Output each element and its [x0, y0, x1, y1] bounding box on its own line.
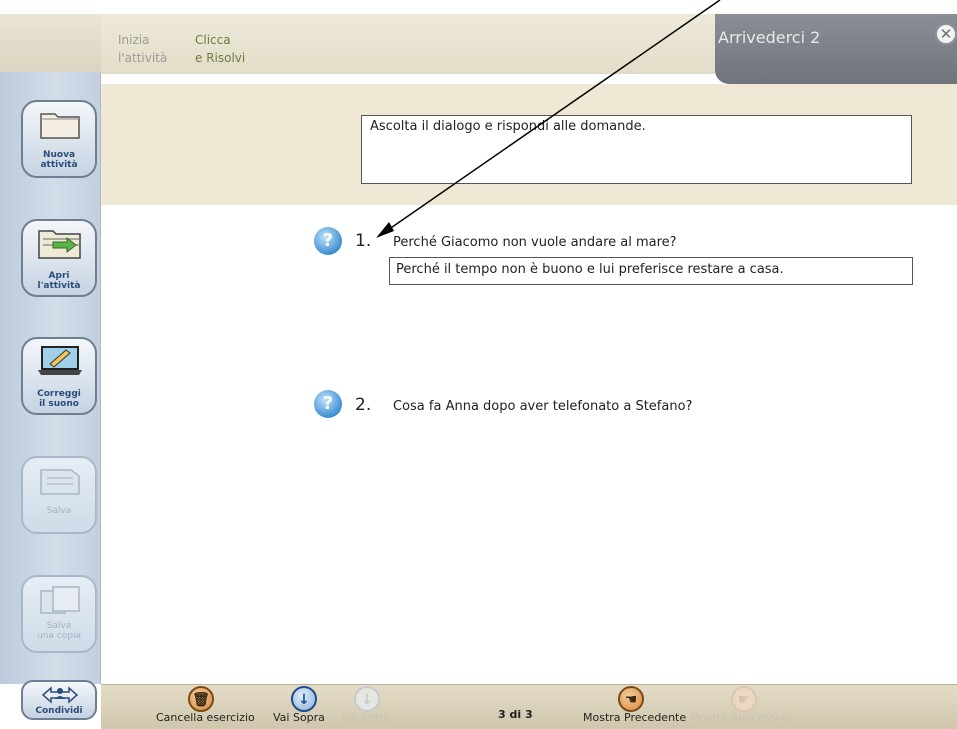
close-icon[interactable]: ✕	[935, 23, 957, 45]
save-button[interactable]: Salva	[21, 456, 97, 534]
question-icon[interactable]: ?	[314, 227, 342, 255]
title-tab	[715, 14, 957, 84]
question-text: Cosa fa Anna dopo aver telefonato a Stef…	[393, 399, 693, 414]
trash-icon[interactable]: 🗑	[188, 686, 214, 712]
sidebar-item-label: Salva	[46, 506, 72, 516]
sidebar-item-label: Apri l'attività	[37, 271, 81, 291]
page-indicator: 3 di 3	[498, 708, 533, 721]
save-copy-icon	[40, 586, 80, 614]
sidebar-item-label: Correggi il suono	[37, 389, 81, 409]
step-start-activity[interactable]: Inizia l'attività	[118, 31, 167, 67]
go-up-button[interactable]: Vai Sopra	[273, 711, 325, 724]
sidebar-item-label: Nuova attività	[40, 150, 78, 170]
show-next-button: Mostra Successivo	[690, 711, 792, 724]
question-icon[interactable]: ?	[314, 390, 342, 418]
fix-sound-button[interactable]: Correggi il suono	[21, 337, 97, 415]
go-down-button: Vai Sotto	[341, 711, 391, 724]
show-previous-button[interactable]: Mostra Precedente	[583, 711, 686, 724]
instruction-box: Ascolta il dialogo e rispondi alle doman…	[361, 115, 912, 184]
save-icon	[40, 469, 80, 495]
question-number: 1.	[355, 231, 372, 251]
laptop-pencil-icon	[38, 346, 82, 375]
top-header-corner	[0, 14, 101, 74]
open-folder-icon	[38, 230, 81, 259]
sidebar-item-label: Salva una copia	[37, 621, 81, 641]
question-text: Perché Giacomo non vuole andare al mare?	[393, 235, 677, 250]
hand-left-icon[interactable]: ☚	[618, 686, 644, 712]
arrow-up-icon[interactable]: ↓	[291, 686, 317, 712]
new-activity-button[interactable]: Nuova attività	[21, 100, 97, 178]
share-icon	[41, 686, 79, 704]
folder-icon	[40, 113, 80, 139]
save-copy-button[interactable]: Salva una copia	[21, 575, 97, 653]
activity-title: Arrivederci 2	[718, 28, 821, 47]
sidebar-item-label: Condividi	[35, 706, 83, 716]
share-button[interactable]: Condividi	[21, 680, 97, 720]
clear-exercise-button[interactable]: Cancella esercizio	[156, 711, 255, 724]
arrow-down-icon: ↓	[354, 686, 380, 712]
answer-field[interactable]: Perché il tempo non è buono e lui prefer…	[389, 257, 913, 285]
step-click-and-solve[interactable]: Clicca e Risolvi	[195, 31, 245, 67]
hand-right-icon: ☛	[731, 686, 757, 712]
open-activity-button[interactable]: Apri l'attività	[21, 219, 97, 297]
question-number: 2.	[355, 395, 372, 415]
